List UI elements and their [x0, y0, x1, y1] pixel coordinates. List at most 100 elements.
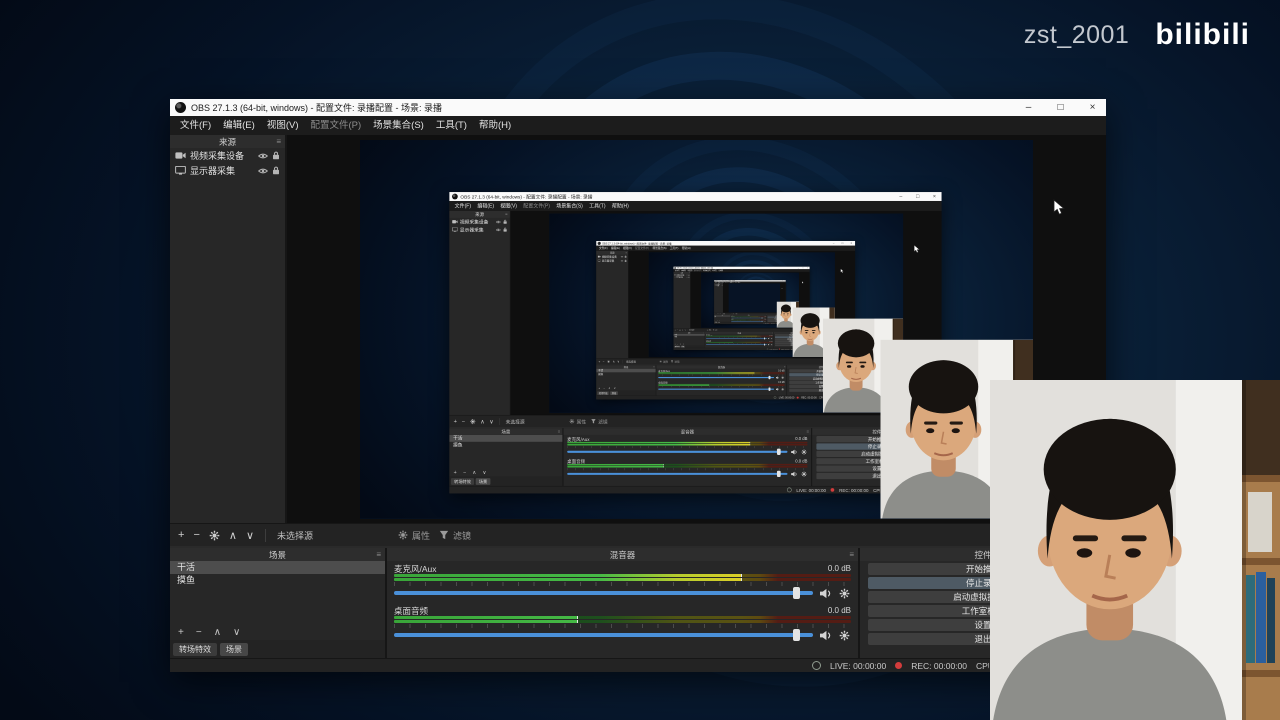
visibility-eye-icon[interactable]	[496, 220, 501, 224]
add-source-button[interactable]: +	[675, 329, 676, 331]
visibility-eye-icon[interactable]	[496, 228, 501, 232]
scene-item-slack[interactable]: 摸鱼	[674, 336, 705, 338]
visibility-eye-icon[interactable]	[621, 260, 624, 262]
close-button[interactable]: ×	[927, 192, 941, 201]
volume-slider[interactable]	[658, 375, 775, 380]
add-scene-button[interactable]: +	[454, 469, 457, 475]
menu-tools[interactable]: 工具(T)	[430, 116, 473, 135]
volume-slider-handle[interactable]	[761, 317, 763, 319]
remove-scene-button[interactable]: −	[196, 627, 202, 638]
speaker-icon[interactable]	[819, 630, 832, 641]
source-item-display-capture[interactable]: 显示器采集	[674, 276, 691, 278]
maximize-button[interactable]: □	[1047, 99, 1074, 116]
tab-transitions[interactable]: 转场特效	[450, 477, 475, 485]
remove-source-button[interactable]: −	[603, 360, 605, 363]
move-up-button[interactable]: ∧	[229, 529, 237, 542]
move-up-button[interactable]: ∧	[682, 329, 683, 331]
menu-profile[interactable]: 配置文件(P)	[304, 116, 367, 135]
scene-item-slack[interactable]: 摸鱼	[596, 372, 655, 376]
channel-settings-gear-icon[interactable]	[771, 338, 773, 340]
visibility-eye-icon[interactable]	[258, 167, 268, 175]
source-item-display-capture[interactable]: 显示器采集	[596, 259, 628, 263]
add-source-button[interactable]: +	[598, 360, 600, 363]
properties-button[interactable]: 属性	[659, 360, 668, 364]
preview-canvas[interactable]: OBS 27.1.3 (64-bit, windows) - 配置文件: 录播配…	[690, 271, 810, 329]
volume-slider[interactable]	[567, 448, 788, 455]
add-scene-button[interactable]: +	[178, 627, 184, 638]
volume-slider-handle[interactable]	[764, 343, 766, 346]
move-down-button[interactable]: ∨	[246, 529, 254, 542]
filters-button[interactable]: 滤镜	[713, 329, 717, 331]
menu-profile[interactable]: 配置文件(P)	[520, 201, 553, 211]
filters-button[interactable]: 滤镜	[439, 529, 471, 542]
tab-scenes[interactable]: 场景	[610, 391, 618, 395]
minimize-button[interactable]: –	[894, 192, 908, 201]
volume-slider-handle[interactable]	[768, 375, 771, 380]
lock-icon[interactable]	[503, 227, 507, 232]
source-item-video-capture[interactable]: 视频采集设备	[170, 148, 285, 163]
source-settings-gear-icon[interactable]	[607, 360, 610, 363]
scene-up-button[interactable]: ∧	[472, 469, 476, 475]
filters-button[interactable]: 滤镜	[671, 360, 680, 364]
scene-down-button[interactable]: ∨	[483, 469, 487, 475]
volume-slider-handle[interactable]	[764, 337, 766, 340]
lock-icon[interactable]	[624, 260, 626, 262]
move-down-button[interactable]: ∨	[489, 418, 493, 424]
channel-settings-gear-icon[interactable]	[838, 630, 851, 641]
volume-slider[interactable]	[658, 387, 775, 391]
maximize-button[interactable]: □	[911, 192, 925, 201]
preview-canvas[interactable]: OBS 27.1.3 (64-bit, windows) - 配置文件: 录播配…	[628, 250, 856, 359]
menu-tools[interactable]: 工具(T)	[586, 201, 609, 211]
menu-scene-collection[interactable]: 场景集合(S)	[367, 116, 430, 135]
tab-transitions[interactable]: 转场特效	[597, 391, 610, 395]
dock-menu-icon[interactable]: ≡	[807, 428, 809, 435]
source-item-display-capture[interactable]: 显示器采集	[714, 285, 723, 286]
channel-settings-gear-icon[interactable]	[771, 344, 773, 346]
speaker-icon[interactable]	[768, 344, 770, 346]
source-item-display-capture[interactable]: 显示器采集	[170, 163, 285, 178]
preview-canvas[interactable]: OBS 27.1.3 (64-bit, windows) - 配置文件: 录播配…	[510, 210, 942, 415]
volume-slider-handle[interactable]	[777, 448, 781, 455]
source-settings-gear-icon[interactable]	[209, 530, 220, 541]
scene-down-button[interactable]: ∨	[233, 627, 240, 638]
scene-up-button[interactable]: ∧	[608, 387, 610, 390]
remove-source-button[interactable]: −	[677, 329, 678, 331]
scene-item-work[interactable]: 干活	[449, 434, 563, 442]
channel-settings-gear-icon[interactable]	[781, 388, 785, 391]
source-item-display-capture[interactable]: 显示器采集	[449, 226, 509, 234]
remove-scene-button[interactable]: −	[603, 387, 605, 390]
lock-icon[interactable]	[272, 166, 280, 175]
add-source-button[interactable]: +	[454, 418, 457, 424]
remove-source-button[interactable]: −	[462, 418, 465, 424]
move-up-button[interactable]: ∧	[613, 360, 615, 363]
channel-settings-gear-icon[interactable]	[801, 449, 808, 455]
volume-slider-handle[interactable]	[761, 320, 763, 322]
dock-menu-icon[interactable]: ≡	[505, 211, 507, 218]
volume-slider[interactable]	[394, 587, 813, 599]
properties-button[interactable]: 属性	[707, 329, 711, 331]
scene-item-slack[interactable]: 摸鱼	[170, 574, 385, 587]
dock-menu-icon[interactable]: ≡	[784, 365, 785, 369]
dock-menu-icon[interactable]: ≡	[558, 428, 560, 435]
minimize-button[interactable]: –	[1015, 99, 1042, 116]
menu-edit[interactable]: 编辑(E)	[217, 116, 261, 135]
scene-item-slack[interactable]: 摸鱼	[449, 442, 562, 449]
close-button[interactable]: ×	[1079, 99, 1106, 116]
properties-button[interactable]: 属性	[569, 418, 586, 425]
volume-slider-handle[interactable]	[777, 470, 781, 478]
menu-scene-collection[interactable]: 场景集合(S)	[553, 201, 586, 211]
tab-scenes[interactable]: 场景	[220, 642, 248, 656]
speaker-icon[interactable]	[776, 376, 780, 379]
add-scene-button[interactable]: +	[598, 387, 600, 390]
channel-settings-gear-icon[interactable]	[781, 376, 785, 379]
volume-slider[interactable]	[706, 343, 767, 346]
speaker-icon[interactable]	[768, 338, 770, 340]
menu-view[interactable]: 视图(V)	[497, 201, 520, 211]
properties-button[interactable]: 属性	[398, 529, 430, 542]
volume-slider[interactable]	[394, 629, 813, 641]
source-settings-gear-icon[interactable]	[679, 329, 681, 331]
visibility-eye-icon[interactable]	[621, 255, 624, 257]
remove-scene-button[interactable]: −	[463, 469, 466, 475]
tab-transitions[interactable]: 转场特效	[173, 642, 217, 656]
dock-menu-icon[interactable]: ≡	[626, 251, 627, 255]
